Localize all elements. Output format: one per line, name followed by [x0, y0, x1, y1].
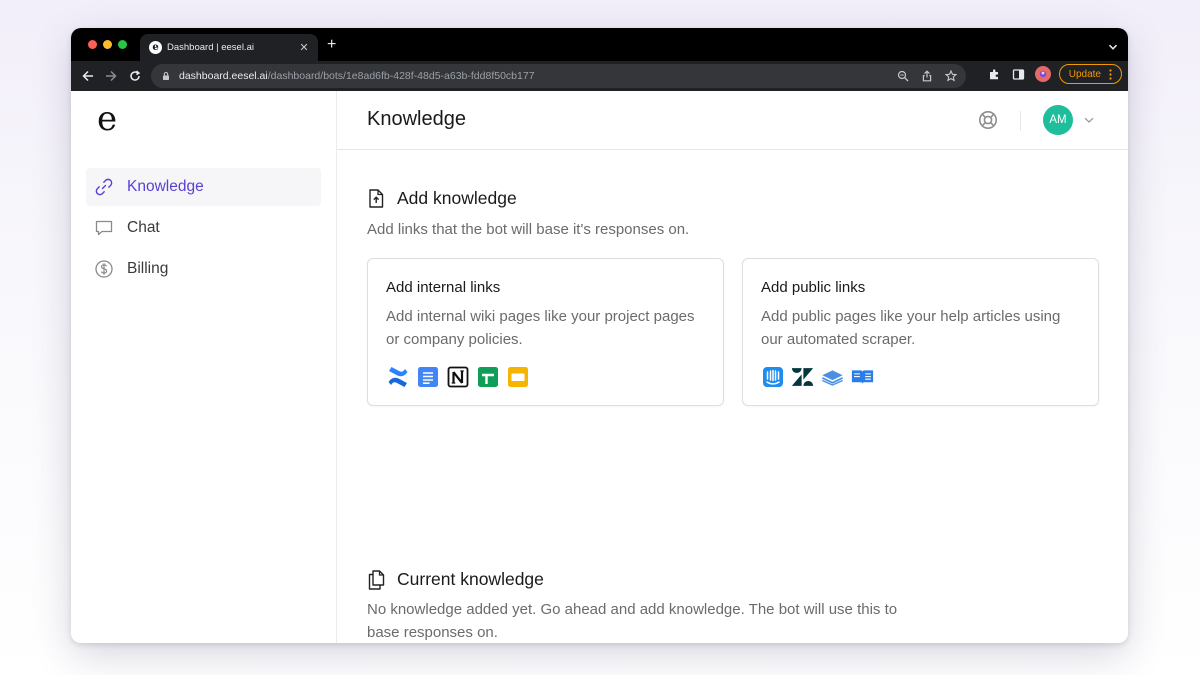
browser-window: e Dashboard | eesel.ai ✕ + dashboard.ees… [71, 28, 1128, 643]
link-icon [93, 176, 115, 198]
sidebar-item-knowledge[interactable]: Knowledge [86, 168, 321, 206]
google-docs-icon [416, 365, 439, 388]
help-lifebuoy-icon[interactable] [978, 110, 998, 130]
main-content: Add knowledge Add links that the bot wil… [337, 151, 1128, 643]
user-avatar[interactable]: AM [1043, 105, 1073, 135]
integration-icons [386, 365, 529, 388]
zoom-icon[interactable] [896, 69, 910, 83]
tab-title: Dashboard | eesel.ai [167, 42, 254, 53]
reload-icon[interactable] [127, 68, 143, 84]
update-label: Update [1068, 68, 1101, 80]
documents-icon [367, 569, 385, 590]
card-description: Add public pages like your help articles… [761, 308, 1061, 348]
sidebar-item-billing[interactable]: Billing [86, 250, 321, 288]
browser-tab[interactable]: e Dashboard | eesel.ai ✕ [140, 34, 318, 61]
section-description: Add links that the bot will base it's re… [367, 221, 690, 238]
chevron-down-icon[interactable] [1083, 113, 1095, 125]
notion-icon [446, 365, 469, 388]
sidebar-item-chat[interactable]: Chat [86, 209, 321, 247]
help-docs-icon [851, 365, 874, 388]
side-panel-icon[interactable] [1011, 66, 1027, 82]
integration-icons [761, 365, 874, 388]
sidebar-item-label: Billing [127, 260, 169, 277]
zoom-window-button[interactable] [118, 40, 127, 49]
profile-avatar-icon[interactable] [1034, 66, 1051, 82]
card-title: Add public links [761, 279, 866, 296]
empty-state-text: No knowledge added yet. Go ahead and add… [367, 601, 898, 641]
file-upload-icon [367, 189, 385, 209]
add-internal-links-card[interactable]: Add internal links Add internal wiki pag… [367, 258, 724, 406]
knowledge-base-icon [821, 365, 844, 388]
new-tab-button[interactable]: + [327, 36, 336, 54]
page-title: Knowledge [367, 108, 466, 130]
card-description: Add internal wiki pages like your projec… [386, 308, 695, 348]
minimize-window-button[interactable] [103, 40, 112, 49]
header-divider [1020, 111, 1021, 131]
more-vertical-icon [1109, 68, 1112, 80]
google-slides-icon [506, 365, 529, 388]
section-title: Current knowledge [397, 569, 544, 589]
zendesk-icon [791, 365, 814, 388]
url-host: dashboard.eesel.ai [179, 70, 268, 82]
sidebar-item-label: Knowledge [127, 178, 204, 195]
sidebar-item-label: Chat [127, 219, 160, 236]
confluence-icon [386, 365, 409, 388]
google-sheets-icon [476, 365, 499, 388]
close-window-button[interactable] [88, 40, 97, 49]
browser-titlebar: e Dashboard | eesel.ai ✕ + [71, 28, 1128, 61]
section-title: Add knowledge [397, 188, 517, 208]
bookmark-star-icon[interactable] [944, 69, 958, 83]
dollar-icon [93, 258, 115, 280]
browser-toolbar: dashboard.eesel.ai/dashboard/bots/1e8ad6… [71, 61, 1128, 91]
back-icon[interactable] [80, 68, 96, 84]
update-button[interactable]: Update [1058, 64, 1122, 84]
tab-search-icon[interactable] [1108, 39, 1118, 57]
add-public-links-card[interactable]: Add public links Add public pages like y… [742, 258, 1099, 406]
intercom-icon [761, 365, 784, 388]
eesel-logo[interactable]: e [97, 97, 117, 141]
current-knowledge-heading: Current knowledge [367, 569, 544, 590]
card-title: Add internal links [386, 279, 501, 296]
tab-favicon-icon: e [149, 41, 162, 54]
address-bar[interactable]: dashboard.eesel.ai/dashboard/bots/1e8ad6… [151, 64, 966, 88]
sidebar: e Knowledge Chat Billing [71, 91, 337, 643]
url-path: /dashboard/bots/1e8ad6fb-428f-48d5-a63b-… [267, 70, 535, 82]
tab-close-icon[interactable]: ✕ [297, 41, 311, 54]
forward-icon[interactable] [103, 68, 119, 84]
page-header: Knowledge AM [337, 91, 1128, 150]
chat-icon [93, 217, 115, 239]
extensions-icon[interactable] [987, 66, 1003, 82]
lock-icon [163, 72, 169, 80]
url-text: dashboard.eesel.ai/dashboard/bots/1e8ad6… [179, 70, 535, 82]
share-icon[interactable] [920, 69, 934, 83]
add-knowledge-heading: Add knowledge [367, 188, 517, 209]
app-content: e Knowledge Chat Billing Knowledge AM Ad… [71, 91, 1128, 643]
